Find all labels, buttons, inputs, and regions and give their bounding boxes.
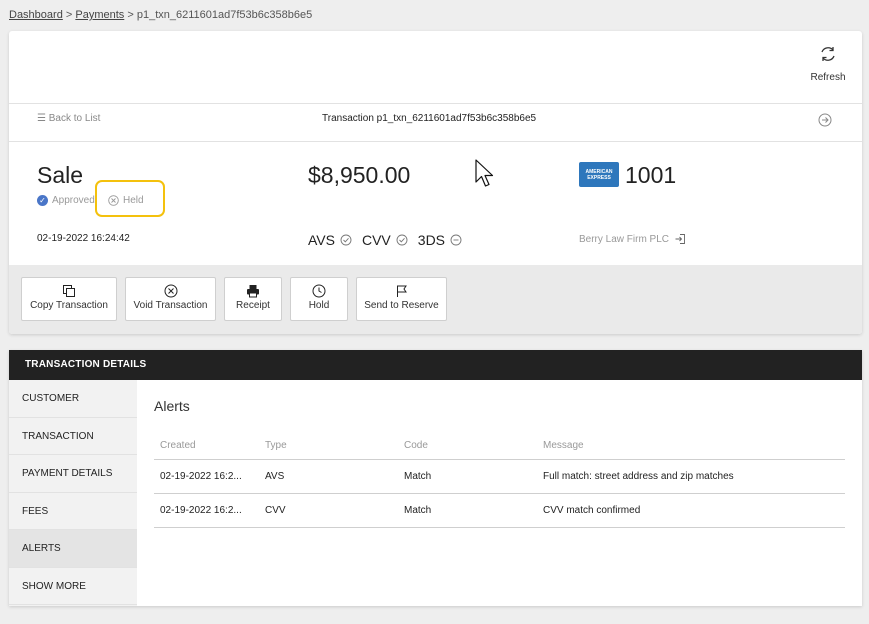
sidebar-item-payment-details[interactable]: PAYMENT DETAILS <box>9 455 137 493</box>
divider <box>9 103 862 104</box>
arrow-right-circle-icon <box>818 113 832 127</box>
transaction-title: Transaction p1_txn_6211601ad7f53b6c358b6… <box>322 113 537 124</box>
x-circle-icon <box>164 284 177 298</box>
void-transaction-button[interactable]: Void Transaction <box>125 277 216 321</box>
avs-check: AVS <box>308 232 352 248</box>
cell-message: Full match: street address and zip match… <box>537 459 845 494</box>
action-bar: Copy Transaction Void Transaction Receip… <box>9 265 862 334</box>
cell-message: CVV match confirmed <box>537 493 845 528</box>
copy-transaction-label: Copy Transaction <box>30 300 108 311</box>
sidebar-item-fees[interactable]: FEES <box>9 493 137 530</box>
status-held-label: Held <box>123 195 144 206</box>
transaction-amount: $8,950.00 <box>308 162 411 188</box>
cell-created: 02-19-2022 16:2... <box>154 459 259 494</box>
cell-created: 02-19-2022 16:2... <box>154 493 259 528</box>
column-header-code: Code <box>398 431 537 460</box>
cell-type: AVS <box>259 459 398 494</box>
column-header-created: Created <box>154 431 259 460</box>
breadcrumb-separator: > <box>62 9 76 21</box>
status-held: Held <box>108 195 144 206</box>
hold-label: Hold <box>308 300 330 311</box>
verification-checks: AVS CVV 3DS <box>308 232 472 248</box>
table-row: 02-19-2022 16:2... AVS Match Full match:… <box>154 459 845 494</box>
printer-icon <box>247 285 259 298</box>
check-circle-icon <box>396 234 408 246</box>
merchant-link[interactable]: Berry Law Firm PLC <box>579 233 686 245</box>
list-icon: ☰ <box>37 113 46 124</box>
cell-type: CVV <box>259 493 398 528</box>
sidebar-item-customer[interactable]: CUSTOMER <box>9 380 137 418</box>
login-icon <box>675 234 685 244</box>
refresh-label: Refresh <box>810 72 846 83</box>
mouse-cursor-icon <box>475 159 494 187</box>
table-row: 02-19-2022 16:2... CVV Match CVV match c… <box>154 493 845 528</box>
transaction-details-header: TRANSACTION DETAILS <box>9 350 862 380</box>
copy-transaction-button[interactable]: Copy Transaction <box>21 277 117 321</box>
sidebar-item-show-more[interactable]: SHOW MORE <box>9 568 137 605</box>
card-last4: 1001 <box>625 162 677 188</box>
alerts-title: Alerts <box>154 398 190 414</box>
void-transaction-label: Void Transaction <box>133 300 208 311</box>
cell-code: Match <box>398 493 537 528</box>
avs-label: AVS <box>308 232 335 248</box>
transaction-date: 02-19-2022 16:24:42 <box>37 233 130 244</box>
merchant-name: Berry Law Firm PLC <box>579 233 670 245</box>
check-circle-icon: ✓ <box>37 195 48 206</box>
breadcrumb-current: p1_txn_6211601ad7f53b6c358b6e5 <box>136 9 313 21</box>
amex-card-icon: AMERICAN EXPRESS <box>579 162 619 187</box>
column-header-message: Message <box>537 431 845 460</box>
sidebar-item-alerts[interactable]: ALERTS <box>9 530 137 568</box>
transaction-type: Sale <box>37 162 84 188</box>
refresh-icon <box>821 47 835 61</box>
check-circle-icon <box>340 234 352 246</box>
back-to-list-link[interactable]: ☰ Back to List <box>37 113 100 124</box>
flag-icon <box>396 285 407 297</box>
cvv-check: CVV <box>362 232 408 248</box>
cvv-label: CVV <box>361 232 391 248</box>
send-to-reserve-button[interactable]: Send to Reserve <box>356 277 447 321</box>
breadcrumb-separator: > <box>124 9 137 21</box>
transaction-card: Refresh ☰ Back to List Transaction p1_tx… <box>9 31 862 334</box>
transaction-details-panel: TRANSACTION DETAILS CUSTOMER TRANSACTION… <box>9 350 862 606</box>
details-sidebar: CUSTOMER TRANSACTION PAYMENT DETAILS FEE… <box>9 380 137 606</box>
clock-icon <box>312 284 326 298</box>
table-header-row: Created Type Code Message <box>154 431 845 460</box>
3ds-check: 3DS <box>418 232 462 248</box>
refresh-button[interactable]: Refresh <box>808 45 848 83</box>
status-approved-label: Approved <box>52 195 95 206</box>
alerts-table: Created Type Code Message 02-19-2022 16:… <box>154 431 845 528</box>
x-circle-icon <box>108 195 119 206</box>
minus-circle-icon <box>450 234 462 246</box>
next-transaction-button[interactable] <box>818 113 832 132</box>
back-to-list-label: Back to List <box>48 113 101 124</box>
card-brand-label: AMERICAN EXPRESS <box>585 168 613 181</box>
divider <box>9 141 862 142</box>
receipt-label: Receipt <box>236 300 270 311</box>
status-approved: ✓ Approved <box>37 195 95 206</box>
breadcrumb: Dashboard > Payments > p1_txn_6211601ad7… <box>9 9 312 21</box>
send-to-reserve-label: Send to Reserve <box>364 300 439 311</box>
column-header-type: Type <box>259 431 398 460</box>
breadcrumb-payments[interactable]: Payments <box>75 9 124 21</box>
hold-button[interactable]: Hold <box>290 277 348 321</box>
sidebar-item-transaction[interactable]: TRANSACTION <box>9 418 137 455</box>
breadcrumb-dashboard[interactable]: Dashboard <box>9 9 63 21</box>
copy-icon <box>63 285 75 297</box>
3ds-label: 3DS <box>417 232 446 248</box>
cell-code: Match <box>398 459 537 494</box>
receipt-button[interactable]: Receipt <box>224 277 282 321</box>
